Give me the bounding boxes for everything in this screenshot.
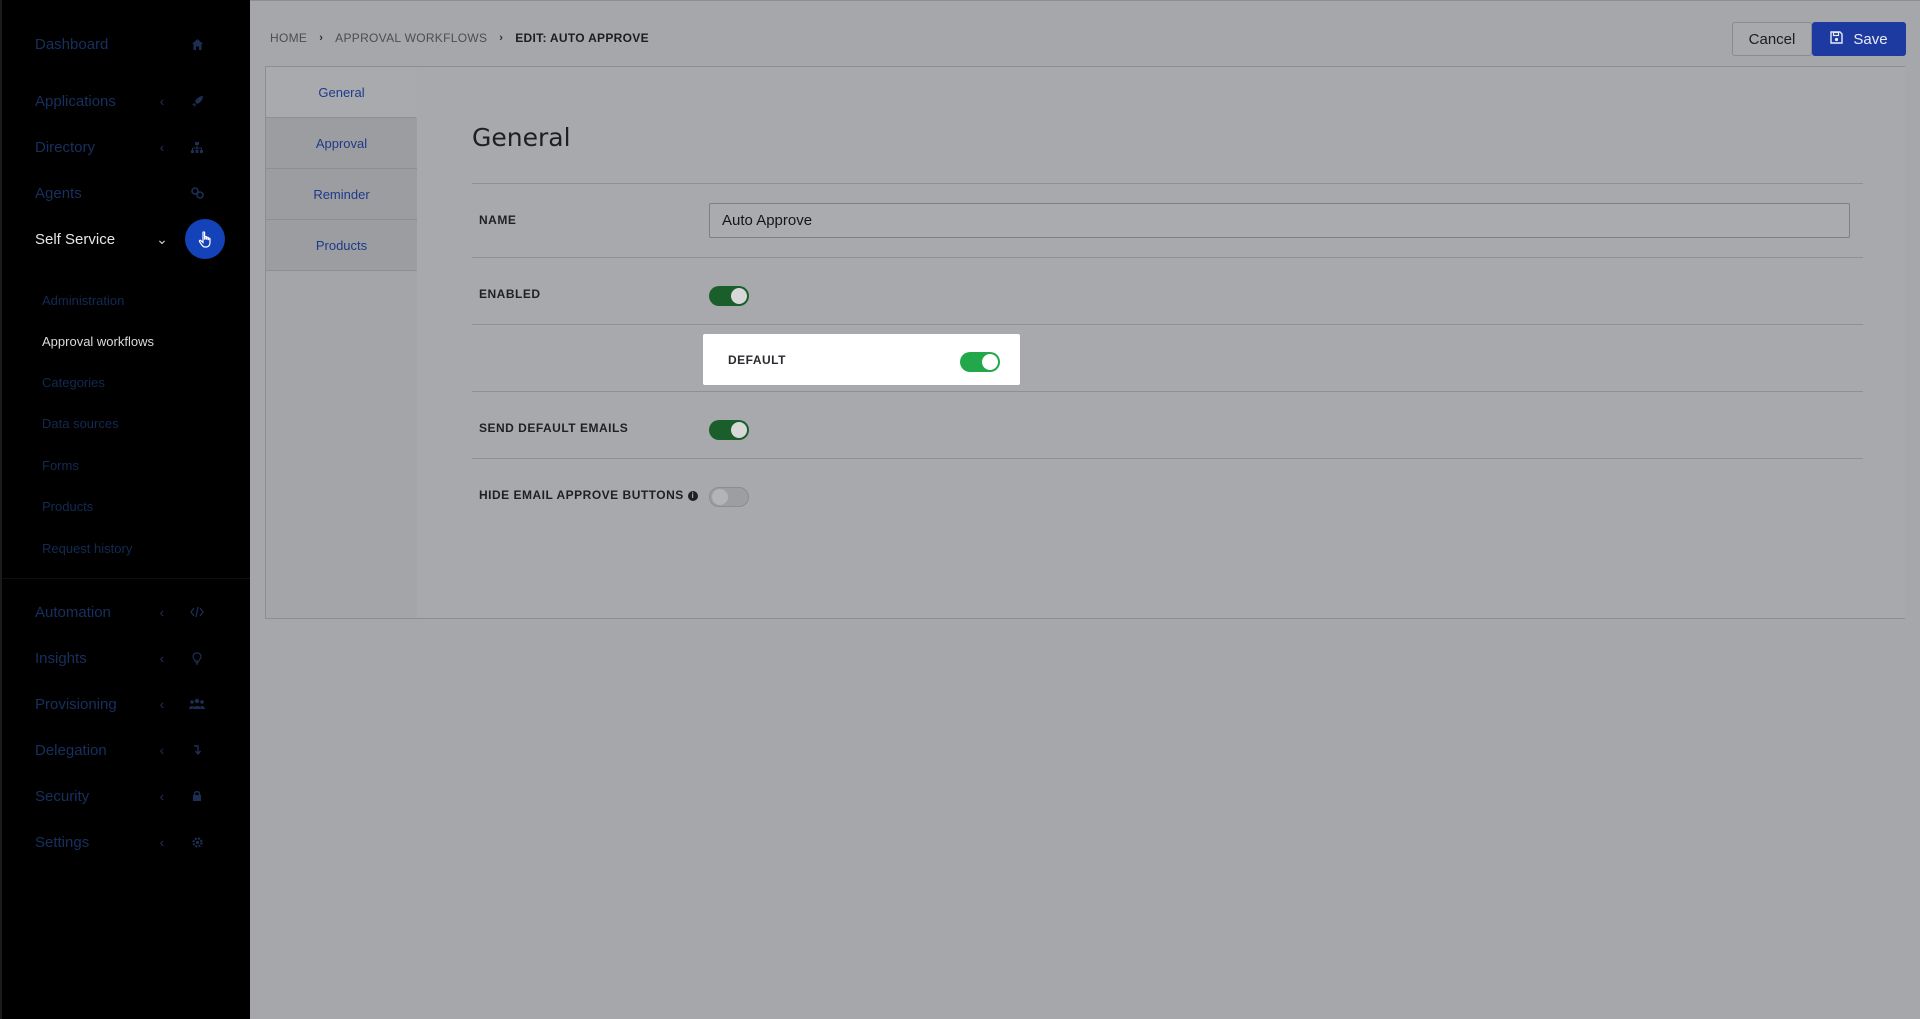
- sidebar-item-insights[interactable]: Insights ‹: [35, 643, 225, 673]
- send-default-emails-toggle[interactable]: [709, 420, 749, 440]
- sidebar-item-provisioning[interactable]: Provisioning ‹: [35, 689, 225, 719]
- hide-email-approve-buttons-text: HIDE EMAIL APPROVE BUTTONS: [479, 488, 684, 502]
- workflow-edit-panel: General Approval Reminder Products Gener…: [265, 66, 1905, 619]
- sidebar-item-settings[interactable]: Settings ‹: [35, 827, 225, 857]
- code-icon: [187, 602, 207, 622]
- toggle-knob: [731, 288, 747, 304]
- sidebar-item-label: Directory: [35, 138, 96, 156]
- subnav-item-request-history[interactable]: Request history: [42, 541, 132, 556]
- sidebar-item-label: Dashboard: [35, 35, 109, 53]
- toggle-knob: [712, 489, 728, 505]
- subnav-item-forms[interactable]: Forms: [42, 458, 79, 473]
- chevron-left-icon: ‹: [159, 834, 165, 850]
- delegation-icon: [187, 740, 207, 760]
- divider: [472, 183, 1863, 184]
- chevron-right-icon: ›: [499, 32, 504, 44]
- section-title: General: [472, 123, 571, 152]
- hide-email-approve-buttons-label: HIDE EMAIL APPROVE BUTTONS i: [479, 488, 698, 502]
- sidebar-item-delegation[interactable]: Delegation ‹: [35, 735, 225, 765]
- default-toggle[interactable]: [960, 352, 1000, 372]
- sidebar-item-applications[interactable]: Applications ‹: [35, 86, 225, 116]
- subnav-item-categories[interactable]: Categories: [42, 375, 105, 390]
- enabled-toggle[interactable]: [709, 286, 749, 306]
- sidebar-item-label: Security: [35, 787, 90, 805]
- sidebar-item-self-service[interactable]: Self Service ⌄: [35, 219, 225, 259]
- chevron-left-icon: ‹: [159, 93, 165, 109]
- save-button-label: Save: [1853, 30, 1888, 48]
- divider: [472, 458, 1863, 459]
- sidebar-item-label: Automation: [35, 603, 111, 621]
- breadcrumb-approval-workflows[interactable]: APPROVAL WORKFLOWS: [335, 31, 487, 45]
- sidebar: Dashboard Applications ‹ Directory ‹ Age…: [0, 0, 252, 1019]
- users-icon: [187, 694, 207, 714]
- chevron-left-icon: ‹: [159, 696, 165, 712]
- subnav-item-administration[interactable]: Administration: [42, 293, 124, 308]
- sidebar-item-label: Provisioning: [35, 695, 117, 713]
- chevron-left-icon: ‹: [159, 650, 165, 666]
- divider: [472, 257, 1863, 258]
- name-input[interactable]: Auto Approve: [709, 203, 1850, 238]
- chevron-right-icon: ›: [319, 32, 324, 44]
- sidebar-item-label: Insights: [35, 649, 87, 667]
- sidebar-item-directory[interactable]: Directory ‹: [35, 132, 225, 162]
- default-label: DEFAULT: [728, 353, 786, 367]
- toggle-knob: [731, 422, 747, 438]
- sidebar-item-label: Applications: [35, 92, 116, 110]
- rocket-icon: [187, 91, 207, 111]
- main-area: HOME › APPROVAL WORKFLOWS › EDIT: AUTO A…: [250, 0, 1920, 1019]
- home-icon: [187, 34, 207, 54]
- sidebar-item-label: Agents: [35, 184, 82, 202]
- sidebar-item-automation[interactable]: Automation ‹: [35, 597, 225, 627]
- sidebar-item-label: Settings: [35, 833, 90, 851]
- chevron-down-icon: ⌄: [156, 231, 168, 247]
- sidebar-item-dashboard[interactable]: Dashboard: [35, 29, 225, 59]
- tab-general[interactable]: General: [266, 67, 417, 118]
- floppy-disk-icon: [1830, 30, 1844, 48]
- chevron-left-icon: ‹: [159, 742, 165, 758]
- cancel-button[interactable]: Cancel: [1732, 22, 1812, 56]
- divider: [472, 391, 1863, 392]
- gear-icon: [187, 832, 207, 852]
- sidebar-item-agents[interactable]: Agents: [35, 178, 225, 208]
- enabled-label: ENABLED: [479, 287, 541, 301]
- info-icon[interactable]: i: [687, 491, 698, 501]
- subnav-item-products[interactable]: Products: [42, 499, 93, 514]
- send-default-emails-label: SEND DEFAULT EMAILS: [479, 421, 629, 435]
- hand-pointer-icon: [185, 219, 225, 259]
- divider: [472, 324, 1863, 325]
- subnav-item-approval-workflows[interactable]: Approval workflows: [42, 334, 154, 349]
- default-row-highlight: DEFAULT: [703, 334, 1020, 385]
- breadcrumb-current: EDIT: AUTO APPROVE: [515, 31, 649, 45]
- breadcrumb: HOME › APPROVAL WORKFLOWS › EDIT: AUTO A…: [270, 31, 649, 45]
- chevron-left-icon: ‹: [159, 139, 165, 155]
- agents-icon: [187, 183, 207, 203]
- toggle-knob: [982, 354, 998, 370]
- tab-reminder[interactable]: Reminder: [266, 169, 417, 220]
- sidebar-item-label: Delegation: [35, 741, 107, 759]
- breadcrumb-home[interactable]: HOME: [270, 31, 307, 45]
- hide-email-approve-buttons-toggle[interactable]: [709, 487, 749, 507]
- org-chart-icon: [187, 137, 207, 157]
- chevron-left-icon: ‹: [159, 604, 165, 620]
- save-button[interactable]: Save: [1812, 22, 1906, 56]
- tab-list: General Approval Reminder Products: [266, 67, 430, 618]
- lightbulb-icon: [187, 648, 207, 668]
- tab-products[interactable]: Products: [266, 220, 417, 271]
- sidebar-item-label: Self Service: [35, 230, 116, 248]
- tab-approval[interactable]: Approval: [266, 118, 417, 169]
- subnav-item-data-sources[interactable]: Data sources: [42, 416, 119, 431]
- tab-content-general: General NAME Auto Approve ENABLED SEND D…: [417, 67, 1905, 618]
- sidebar-divider: [2, 578, 252, 579]
- chevron-left-icon: ‹: [159, 788, 165, 804]
- sidebar-item-security[interactable]: Security ‹: [35, 781, 225, 811]
- name-label: NAME: [479, 213, 517, 227]
- lock-icon: [187, 786, 207, 806]
